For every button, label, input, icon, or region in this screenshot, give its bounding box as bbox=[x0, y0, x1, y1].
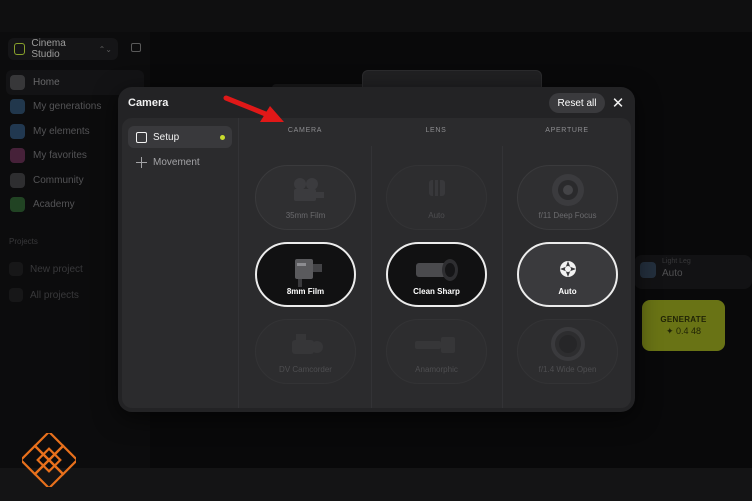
option-camera-35mm-film[interactable]: 35mm Film bbox=[255, 165, 356, 230]
anamorphic-lens-icon bbox=[414, 337, 455, 353]
option-camera-dv-camcorder[interactable]: DV Camcorder bbox=[255, 319, 356, 384]
option-label: DV Camcorder bbox=[279, 365, 332, 374]
option-label: Clean Sharp bbox=[413, 287, 460, 296]
watermark-logo-icon bbox=[22, 433, 76, 487]
camera-modal: Camera Reset all ✕ Setup Movement CAMERA… bbox=[118, 87, 635, 412]
aperture-icon bbox=[559, 261, 576, 277]
film-camera-icon bbox=[293, 178, 324, 201]
setup-icon bbox=[136, 131, 147, 143]
camcorder-icon bbox=[291, 334, 323, 354]
option-lens-auto[interactable]: Auto bbox=[386, 165, 487, 230]
option-label: Auto bbox=[558, 287, 577, 296]
8mm-camera-icon bbox=[294, 259, 322, 287]
option-camera-8mm-film[interactable]: 8mm Film bbox=[255, 242, 356, 307]
option-label: Auto bbox=[428, 211, 445, 220]
modal-title: Camera bbox=[128, 97, 169, 109]
option-label: 8mm Film bbox=[286, 287, 325, 296]
modal-tabs-panel: Setup Movement bbox=[122, 118, 239, 408]
column-header-lens: LENS bbox=[425, 127, 447, 134]
annotation-arrow-icon bbox=[223, 95, 284, 122]
column-divider bbox=[371, 146, 372, 408]
lens-auto-icon bbox=[428, 180, 445, 196]
column-header-camera: CAMERA bbox=[287, 127, 323, 134]
tab-setup[interactable]: Setup bbox=[128, 126, 232, 148]
option-lens-anamorphic[interactable]: Anamorphic bbox=[386, 319, 487, 384]
option-label: f/1.4 Wide Open bbox=[538, 365, 597, 374]
option-label: Anamorphic bbox=[415, 365, 458, 374]
clean-sharp-lens-icon bbox=[415, 259, 458, 281]
option-aperture-auto[interactable]: Auto bbox=[517, 242, 618, 307]
option-label: f/11 Deep Focus bbox=[538, 211, 597, 220]
option-aperture-f14-wide-open[interactable]: f/1.4 Wide Open bbox=[517, 319, 618, 384]
column-divider bbox=[502, 146, 503, 408]
aperture-ring-icon bbox=[550, 327, 585, 361]
active-dot-indicator bbox=[220, 135, 225, 140]
column-header-aperture: APERTURE bbox=[545, 127, 589, 134]
option-aperture-f11-deep-focus[interactable]: f/11 Deep Focus bbox=[517, 165, 618, 230]
option-label: 35mm Film bbox=[285, 211, 326, 220]
close-icon[interactable]: ✕ bbox=[609, 94, 627, 112]
tab-movement[interactable]: Movement bbox=[128, 151, 232, 173]
modal-body: Setup Movement CAMERA LENS APERTURE 35mm… bbox=[122, 118, 631, 408]
move-icon bbox=[136, 156, 147, 168]
reset-all-button[interactable]: Reset all bbox=[549, 93, 605, 113]
tab-label: Setup bbox=[153, 131, 180, 143]
tab-label: Movement bbox=[153, 156, 200, 168]
option-lens-clean-sharp[interactable]: Clean Sharp bbox=[386, 242, 487, 307]
aperture-ring-icon bbox=[551, 174, 584, 206]
